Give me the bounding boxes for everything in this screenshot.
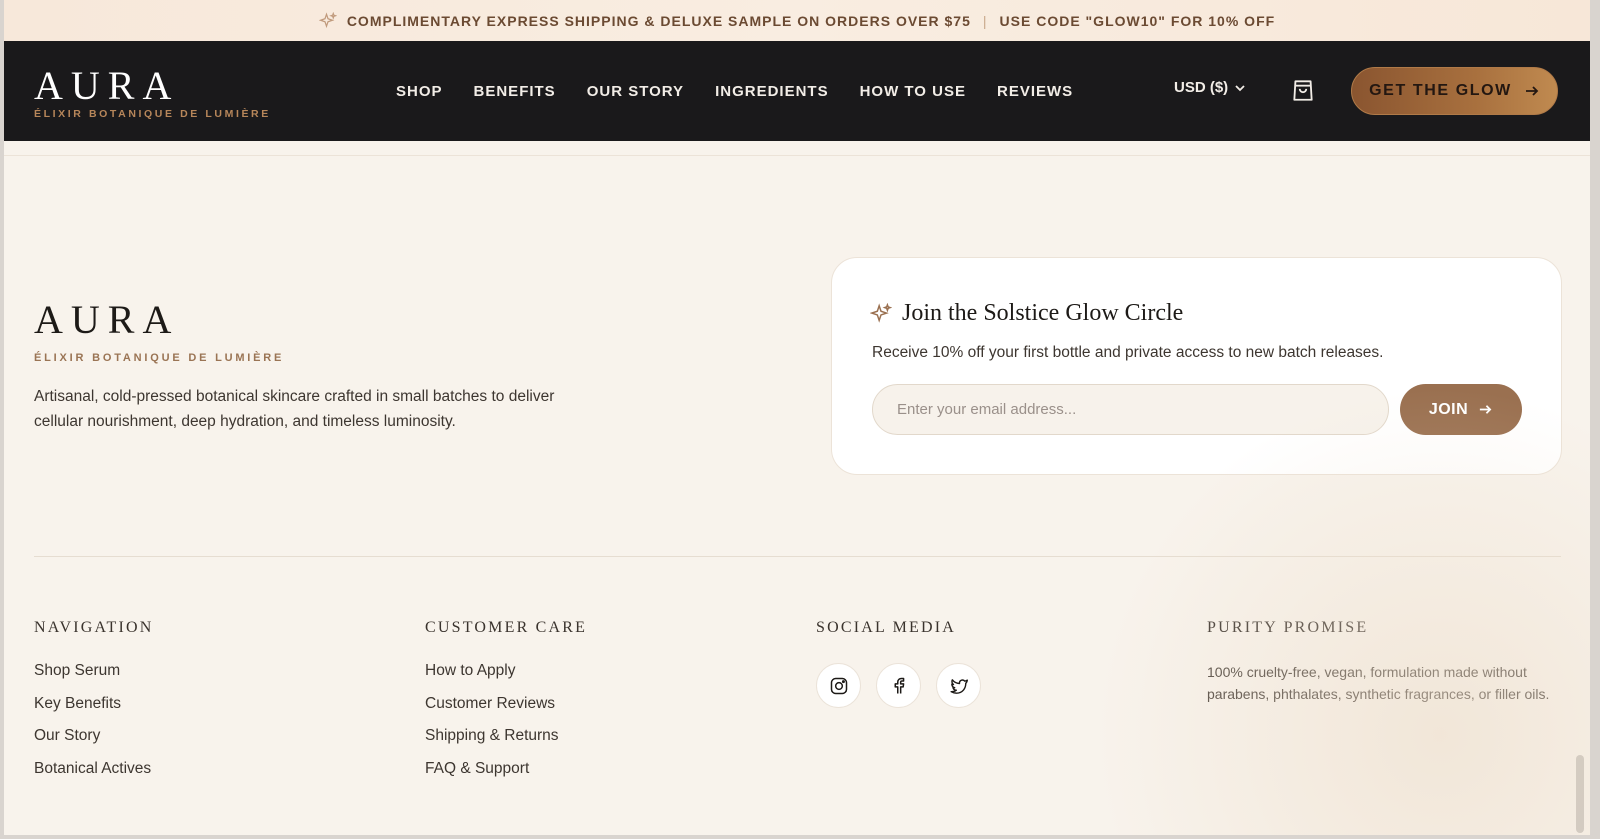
sparkle-icon — [870, 302, 892, 323]
currency-label: USD ($) — [1174, 79, 1229, 96]
customer-care-heading: CUSTOMER CARE — [425, 619, 588, 636]
nav-shop[interactable]: SHOP — [396, 83, 443, 100]
footer-link-customer-reviews[interactable]: Customer Reviews — [425, 694, 587, 727]
header-divider — [4, 155, 1590, 156]
newsletter-heading: Join the Solstice Glow Circle — [870, 300, 1183, 327]
twitter-button[interactable] — [936, 663, 981, 708]
header-logo[interactable]: AURA ÉLIXIR BOTANIQUE DE LUMIÈRE — [34, 63, 271, 121]
footer-link-faq-support[interactable]: FAQ & Support — [425, 759, 587, 792]
footer-link-our-story[interactable]: Our Story — [34, 726, 153, 759]
brand-description: Artisanal, cold-pressed botanical skinca… — [34, 388, 555, 430]
purity-text: 100% cruelty-free, vegan, formulation ma… — [1207, 664, 1550, 702]
nav-our-story[interactable]: OUR STORY — [587, 83, 684, 100]
social-heading: SOCIAL MEDIA — [816, 619, 957, 636]
instagram-button[interactable] — [816, 663, 861, 708]
sparkle-icon — [318, 11, 337, 28]
email-input[interactable] — [872, 384, 1389, 435]
footer-link-botanical-actives[interactable]: Botanical Actives — [34, 759, 153, 792]
instagram-icon — [830, 677, 847, 694]
currency-selector[interactable]: USD ($) — [1174, 79, 1246, 96]
cta-label: GET THE GLOW — [1369, 82, 1512, 99]
footer-link-how-to-apply[interactable]: How to Apply — [425, 661, 587, 694]
announcement-separator: | — [982, 12, 988, 29]
social-links — [816, 663, 996, 708]
join-label: JOIN — [1428, 400, 1469, 418]
chevron-down-icon — [1235, 84, 1245, 91]
page-scrollbar[interactable] — [1576, 0, 1584, 835]
logo-tagline: ÉLIXIR BOTANIQUE DE LUMIÈRE — [34, 108, 271, 120]
announcement-bar: COMPLIMENTARY EXPRESS SHIPPING & DELUXE … — [4, 0, 1590, 41]
nav-how-to-use[interactable]: HOW TO USE — [860, 83, 966, 100]
facebook-icon — [894, 677, 904, 693]
purity-heading: PURITY PROMISE — [1207, 619, 1369, 636]
footer-link-key-benefits[interactable]: Key Benefits — [34, 694, 153, 727]
announcement-promo: USE CODE "GLOW10" FOR 10% OFF — [999, 12, 1276, 29]
footer-link-shop-serum[interactable]: Shop Serum — [34, 661, 153, 694]
newsletter-title: Join the Solstice Glow Circle — [902, 300, 1184, 326]
footer-divider — [34, 556, 1561, 557]
arrow-right-icon — [1480, 405, 1492, 414]
newsletter-text: Receive 10% off your first bottle and pr… — [872, 344, 1384, 361]
footer-link-shipping-returns[interactable]: Shipping & Returns — [425, 726, 587, 759]
footer-brand: AURA ÉLIXIR BOTANIQUE DE LUMIÈRE Artisan… — [34, 300, 594, 434]
announcement-shipping: COMPLIMENTARY EXPRESS SHIPPING & DELUXE … — [346, 12, 971, 29]
nav-ingredients[interactable]: INGREDIENTS — [715, 83, 829, 100]
scrollbar-thumb[interactable] — [1576, 755, 1584, 833]
brand-tagline: ÉLIXIR BOTANIQUE DE LUMIÈRE — [34, 352, 285, 364]
main-nav: SHOP BENEFITS OUR STORY INGREDIENTS HOW … — [396, 41, 1104, 141]
shopping-bag-icon[interactable] — [1290, 77, 1316, 103]
facebook-button[interactable] — [876, 663, 921, 708]
site-header: AURA ÉLIXIR BOTANIQUE DE LUMIÈRE SHOP BE… — [4, 41, 1590, 141]
footer-purity: PURITY PROMISE 100% cruelty-free, vegan,… — [1207, 619, 1557, 705]
newsletter-card: Join the Solstice Glow Circle Receive 10… — [831, 257, 1562, 475]
navigation-heading: NAVIGATION — [34, 619, 154, 636]
nav-reviews[interactable]: REVIEWS — [997, 83, 1073, 100]
logo-wordmark: AURA — [34, 63, 180, 108]
join-button[interactable]: JOIN — [1400, 384, 1522, 435]
page: COMPLIMENTARY EXPRESS SHIPPING & DELUXE … — [4, 0, 1590, 835]
nav-benefits[interactable]: BENEFITS — [474, 83, 556, 100]
twitter-icon — [949, 678, 968, 694]
footer-social: SOCIAL MEDIA — [816, 619, 996, 708]
footer-navigation: NAVIGATION Shop Serum Key Benefits Our S… — [34, 619, 153, 791]
get-the-glow-button[interactable]: GET THE GLOW — [1351, 67, 1558, 115]
brand-wordmark: AURA — [34, 297, 180, 342]
arrow-right-icon — [1525, 86, 1539, 96]
footer-customer-care: CUSTOMER CARE How to Apply Customer Revi… — [425, 619, 587, 791]
